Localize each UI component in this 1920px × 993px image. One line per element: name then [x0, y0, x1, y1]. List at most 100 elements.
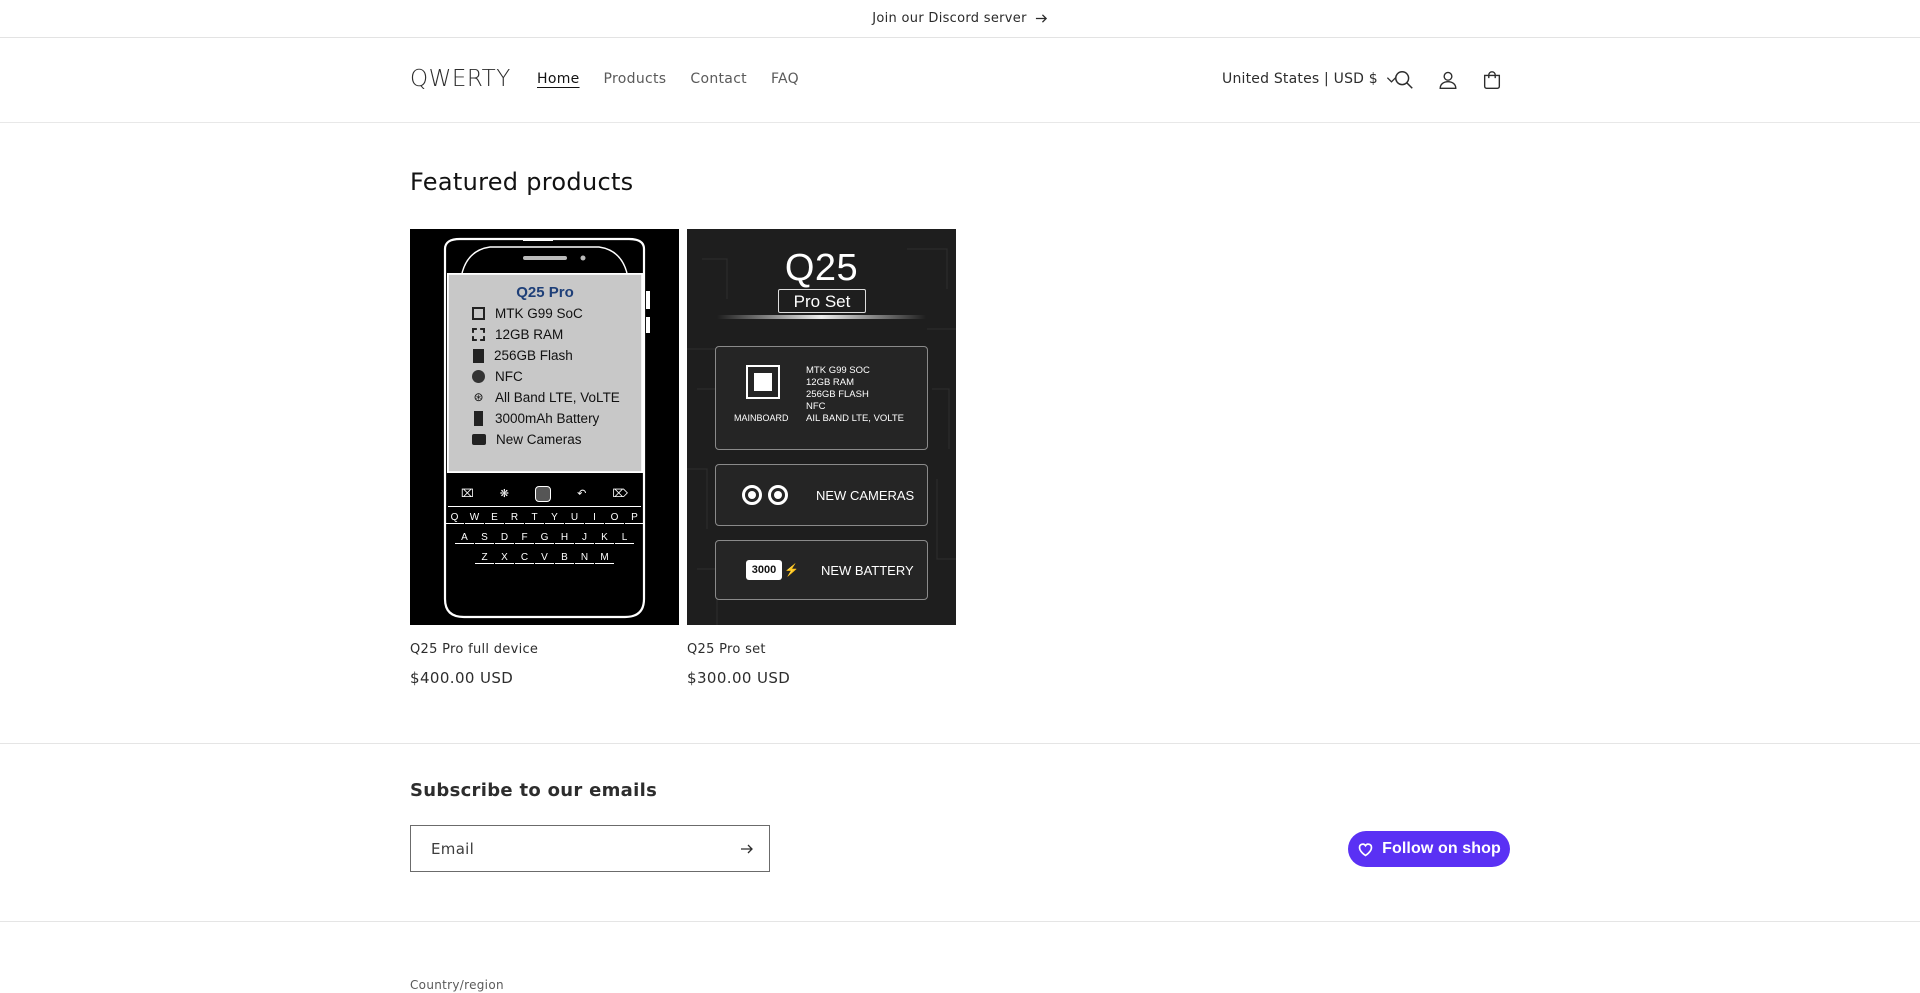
arrow-right-icon — [741, 844, 753, 853]
key: U — [565, 512, 584, 524]
camera-lens-icon — [768, 485, 788, 505]
mainboard-spec-3: NFC — [806, 401, 826, 412]
email-input[interactable] — [411, 826, 725, 871]
keys-row-1: Q W E R T Y U I O P — [442, 512, 647, 524]
keys-row-3: Z X C V B N M — [442, 552, 647, 564]
product-card-q25-pro-full-device[interactable]: Q25 Pro MTK G99 SoC 12GB RAM 256GB Flash… — [410, 229, 679, 687]
key: S — [475, 532, 494, 544]
spec-4: All Band LTE, VoLTE — [495, 390, 620, 405]
key: Q — [445, 512, 464, 524]
cameras-label: NEW CAMERAS — [816, 487, 915, 503]
follow-on-shop-button[interactable]: Follow on shop — [1348, 831, 1510, 867]
chip-icon — [746, 365, 780, 399]
section-divider — [0, 743, 1920, 744]
sd-card-icon — [473, 348, 484, 363]
key: L — [615, 532, 634, 544]
follow-label: Follow on shop — [1382, 840, 1501, 857]
announcement-bar: Join our Discord server — [0, 0, 1920, 38]
discord-link[interactable]: Join our Discord server — [872, 11, 1048, 26]
nfc-icon — [472, 370, 485, 383]
product-image[interactable]: Q25 Pro MTK G99 SoC 12GB RAM 256GB Flash… — [410, 229, 679, 625]
key: X — [495, 552, 514, 564]
antenna-icon: ⊛ — [473, 390, 484, 404]
ram-icon — [472, 328, 485, 341]
country-region-label: Country/region — [410, 978, 504, 992]
subscribe-title: Subscribe to our emails — [410, 780, 658, 801]
spec-1: 12GB RAM — [495, 327, 564, 342]
locale-selector[interactable]: United States | USD $ — [1222, 71, 1397, 87]
glow-line — [717, 315, 926, 319]
key: K — [595, 532, 614, 544]
nav-faq[interactable]: FAQ — [771, 71, 799, 87]
mainboard-box: MAINBOARD MTK G99 SOC 12GB RAM 256GB FLA… — [715, 346, 928, 450]
battery-icon: 3000 — [746, 560, 782, 580]
product-title[interactable]: Q25 Pro set — [687, 642, 956, 657]
key: A — [455, 532, 474, 544]
mainboard-spec-2: 256GB FLASH — [806, 389, 869, 400]
key: P — [625, 512, 644, 524]
battery-box: 3000 ⚡ NEW BATTERY — [715, 540, 928, 600]
key: M — [595, 552, 614, 564]
product-title[interactable]: Q25 Pro full device — [410, 642, 679, 657]
back-key-icon: ↶ — [577, 488, 587, 500]
key: Z — [475, 552, 494, 564]
camera-icon — [472, 434, 486, 445]
set-subheading: Pro Set — [778, 289, 866, 313]
keys-row-2: A S D F G H J K L — [442, 532, 647, 544]
key: V — [535, 552, 554, 564]
menu-key-icon: ❋ — [499, 488, 509, 500]
key: H — [555, 532, 574, 544]
key: D — [495, 532, 514, 544]
main-nav: Home Products Contact FAQ — [537, 71, 823, 87]
key: Y — [545, 512, 564, 524]
spec-6: New Cameras — [496, 432, 582, 447]
nav-home[interactable]: Home — [537, 71, 580, 87]
nav-products[interactable]: Products — [604, 71, 667, 87]
key: W — [465, 512, 484, 524]
spec-0: MTK G99 SoC — [495, 306, 583, 321]
camera-lens-icon — [742, 485, 762, 505]
battery-icon — [474, 411, 483, 426]
cart-icon — [1483, 71, 1501, 89]
key: E — [485, 512, 504, 524]
account-icon — [1439, 71, 1457, 89]
product-price: $400.00 USD — [410, 669, 514, 687]
search-icon — [1395, 71, 1413, 89]
product-image[interactable]: Q25 Pro Set MAINBOARD MTK G99 SOC 12GB R… — [687, 229, 956, 625]
search-button[interactable] — [1392, 68, 1416, 92]
cameras-box: NEW CAMERAS — [715, 464, 928, 526]
end-key-icon: ⌦ — [612, 488, 628, 500]
site-header: QWERTY Home Products Contact FAQ United … — [0, 38, 1920, 123]
spec-5: 3000mAh Battery — [495, 411, 600, 426]
discord-link-label: Join our Discord server — [872, 11, 1027, 26]
trackpad — [535, 485, 552, 502]
battery-label: NEW BATTERY — [820, 562, 914, 578]
chip-icon — [472, 307, 485, 320]
spec-3: NFC — [495, 369, 523, 384]
nav-contact[interactable]: Contact — [690, 71, 747, 87]
locale-label: United States | USD $ — [1222, 71, 1378, 87]
key: C — [515, 552, 534, 564]
bolt-icon: ⚡ — [784, 563, 799, 577]
account-button[interactable] — [1436, 68, 1460, 92]
mainboard-spec-4: AIL BAND LTE, VOLTE — [806, 413, 905, 424]
logo[interactable]: QWERTY — [410, 66, 511, 92]
key: R — [505, 512, 524, 524]
key: N — [575, 552, 594, 564]
key: T — [525, 512, 544, 524]
cart-button[interactable] — [1480, 68, 1504, 92]
featured-products-title: Featured products — [410, 168, 634, 196]
function-row: ⌧ ❋ ↶ ⌦ — [448, 481, 641, 507]
product-card-q25-pro-set[interactable]: Q25 Pro Set MAINBOARD MTK G99 SOC 12GB R… — [687, 229, 956, 687]
subscribe-submit-button[interactable] — [725, 826, 769, 871]
mainboard-label: MAINBOARD — [734, 413, 789, 423]
key: O — [605, 512, 624, 524]
mainboard-spec-1: 12GB RAM — [806, 377, 855, 388]
call-key-icon: ⌧ — [461, 488, 474, 500]
phone-keyboard: ⌧ ❋ ↶ ⌦ Q W E R T Y U I O P A S D F G H … — [442, 481, 647, 611]
key: J — [575, 532, 594, 544]
set-heading: Q25 — [784, 247, 859, 289]
spec-2: 256GB Flash — [494, 348, 573, 363]
screen-panel: Q25 Pro MTK G99 SoC 12GB RAM 256GB Flash… — [450, 276, 640, 470]
footer-divider — [0, 921, 1920, 922]
